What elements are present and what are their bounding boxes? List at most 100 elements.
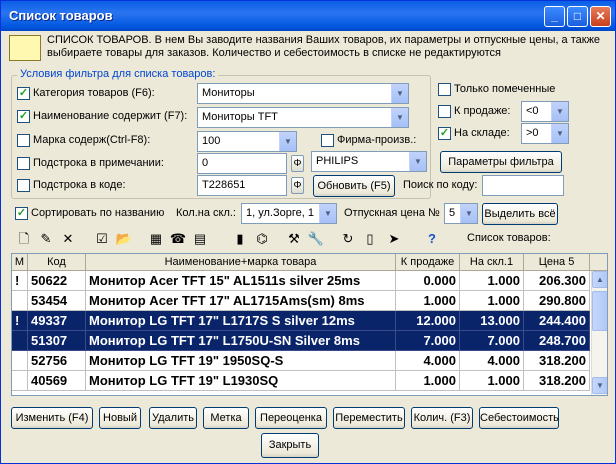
- chevron-down-icon[interactable]: ▼: [460, 204, 477, 223]
- table-row[interactable]: 51307 Монитор LG TFT 17" L1750U-SN Silver…: [12, 331, 590, 351]
- chevron-down-icon[interactable]: ▼: [551, 124, 568, 143]
- sort-by-name-checkbox[interactable]: ✓: [15, 207, 28, 220]
- maximize-icon[interactable]: □: [567, 6, 588, 27]
- name-contains-checkbox[interactable]: ✓: [17, 110, 30, 123]
- code-substring-checkbox[interactable]: [17, 179, 30, 192]
- firm-maker-checkbox[interactable]: [321, 134, 334, 147]
- cell-mark: !: [12, 311, 28, 331]
- cost-button[interactable]: Себестоимость: [479, 407, 559, 429]
- chevron-down-icon[interactable]: ▼: [279, 132, 296, 151]
- cell-stock: 1.000: [460, 271, 524, 291]
- for-sale-checkbox[interactable]: [438, 105, 451, 118]
- column-header[interactable]: М: [12, 254, 28, 271]
- minimize-icon[interactable]: _: [544, 6, 565, 27]
- refresh-icon[interactable]: ↻: [339, 230, 357, 248]
- in-stock-checkbox[interactable]: ✓: [438, 127, 451, 140]
- chevron-down-icon[interactable]: ▼: [409, 152, 426, 171]
- in-stock-value: >0: [526, 127, 539, 139]
- category-checkbox[interactable]: ✓: [17, 87, 30, 100]
- new-button[interactable]: Новый: [99, 407, 141, 429]
- select-all-button[interactable]: Выделить всё: [482, 203, 558, 225]
- cell-stock: 1.000: [460, 371, 524, 391]
- chevron-down-icon[interactable]: ▼: [391, 84, 408, 103]
- column-header[interactable]: Наименование+марка товара: [86, 254, 396, 271]
- note-substring-input[interactable]: 0: [197, 153, 287, 174]
- name-contains-select[interactable]: Мониторы TFT ▼: [197, 107, 409, 128]
- column-header[interactable]: Цена 5: [524, 254, 590, 271]
- price-number-label: Отпускная цена №: [344, 207, 440, 219]
- note-substring-checkbox[interactable]: [17, 157, 30, 170]
- table-row[interactable]: ! 50622 Монитор Acer TFT 15" AL1511s silve…: [12, 271, 590, 291]
- firm-maker-select[interactable]: PHILIPS ▼: [311, 151, 427, 172]
- cell-stock: 1.000: [460, 291, 524, 311]
- table-row[interactable]: 53454 Монитор Acer TFT 17" AL1715Ams(sm) …: [12, 291, 590, 311]
- tools-icon[interactable]: ⚒: [285, 230, 303, 248]
- info-text: СПИСОК ТОВАРОВ. В нем Вы заводите назван…: [47, 34, 601, 59]
- wrench-icon[interactable]: 🔧: [307, 230, 325, 248]
- brand-contains-checkbox[interactable]: [17, 134, 30, 147]
- edit-doc-icon[interactable]: ✎: [37, 230, 55, 248]
- filter-params-button[interactable]: Параметры фильтра: [440, 151, 562, 173]
- only-marked-label: Только помеченные: [454, 83, 556, 95]
- search-code-input[interactable]: [482, 175, 564, 196]
- edit-button[interactable]: Изменить (F4): [11, 407, 93, 429]
- export-menu-icon[interactable]: ➤: [385, 230, 403, 248]
- new-doc-icon[interactable]: 🗋: [15, 230, 33, 248]
- code-substring-input[interactable]: T228651: [197, 175, 287, 196]
- vertical-scrollbar[interactable]: ▲ ▼: [591, 271, 607, 395]
- category-label: Категория товаров (F6):: [33, 87, 155, 99]
- only-marked-checkbox[interactable]: [438, 83, 451, 96]
- calculator-icon[interactable]: ▦: [147, 230, 165, 248]
- move-button[interactable]: Переместить: [333, 407, 405, 429]
- table-row[interactable]: 40569 Монитор LG TFT 19" L1930SQ 1.000 1.00…: [12, 371, 590, 391]
- title-bar[interactable]: Список товаров _ □ ✕: [1, 1, 615, 31]
- cell-code: 50622: [28, 271, 86, 291]
- phi-icon[interactable]: Φ: [291, 177, 304, 194]
- sort-by-name-label: Сортировать по названию: [31, 207, 165, 219]
- mark-button[interactable]: Метка: [203, 407, 249, 429]
- stock-select[interactable]: 1, ул.Зорге, 1 ▼: [241, 203, 337, 224]
- check-doc-icon[interactable]: ☑: [93, 230, 111, 248]
- document-icon[interactable]: ▯: [361, 230, 379, 248]
- cell-code: 49337: [28, 311, 86, 331]
- close-button[interactable]: Закрыть: [261, 433, 319, 458]
- help-icon[interactable]: ?: [423, 230, 441, 248]
- cell-name: Монитор LG TFT 19" 1950SQ-S: [86, 351, 396, 371]
- refresh-button[interactable]: Обновить (F5): [313, 175, 395, 197]
- cell-code: 40569: [28, 371, 86, 391]
- table-row[interactable]: ! 49337 Монитор LG TFT 17" L1717S S silver…: [12, 311, 590, 331]
- tree-icon[interactable]: ⌬: [253, 230, 271, 248]
- chart-icon[interactable]: ▮: [231, 230, 249, 248]
- brand-contains-select[interactable]: 100 ▼: [197, 131, 297, 152]
- chevron-down-icon[interactable]: ▼: [551, 102, 568, 121]
- column-header[interactable]: К продаже: [396, 254, 460, 271]
- header-corner: [590, 254, 607, 271]
- delete-icon[interactable]: ✕: [59, 230, 77, 248]
- column-header[interactable]: Код: [28, 254, 86, 271]
- price-number-select[interactable]: 5 ▼: [444, 203, 478, 224]
- delete-button[interactable]: Удалить: [149, 407, 197, 429]
- folder-icon[interactable]: 📂: [115, 230, 133, 248]
- cell-price: 318.200: [524, 351, 590, 371]
- reprice-button[interactable]: Переоценка: [255, 407, 327, 429]
- scroll-up-icon[interactable]: ▲: [592, 271, 607, 288]
- scroll-thumb[interactable]: [592, 291, 607, 331]
- products-table[interactable]: М Код Наименование+марка товара К продаж…: [11, 253, 608, 396]
- in-stock-label: На складе:: [454, 127, 510, 139]
- chevron-down-icon[interactable]: ▼: [319, 204, 336, 223]
- column-header[interactable]: На скл.1: [460, 254, 524, 271]
- cell-for-sale: 1.000: [396, 291, 460, 311]
- close-icon[interactable]: ✕: [590, 6, 611, 27]
- category-select[interactable]: Мониторы ▼: [197, 83, 409, 104]
- for-sale-select[interactable]: <0 ▼: [521, 101, 569, 122]
- print-menu-icon[interactable]: ▤: [191, 230, 209, 248]
- quantity-button[interactable]: Колич. (F3): [411, 407, 473, 429]
- stock-select-value: 1, ул.Зорге, 1: [246, 207, 314, 219]
- chevron-down-icon[interactable]: ▼: [391, 108, 408, 127]
- scroll-down-icon[interactable]: ▼: [592, 377, 607, 394]
- in-stock-select[interactable]: >0 ▼: [521, 123, 569, 144]
- phone-icon[interactable]: ☎: [169, 230, 187, 248]
- cell-name: Монитор LG TFT 17" L1717S S silver 12ms: [86, 311, 396, 331]
- phi-icon[interactable]: Φ: [291, 155, 304, 172]
- table-row[interactable]: 52756 Монитор LG TFT 19" 1950SQ-S 4.000 4.0…: [12, 351, 590, 371]
